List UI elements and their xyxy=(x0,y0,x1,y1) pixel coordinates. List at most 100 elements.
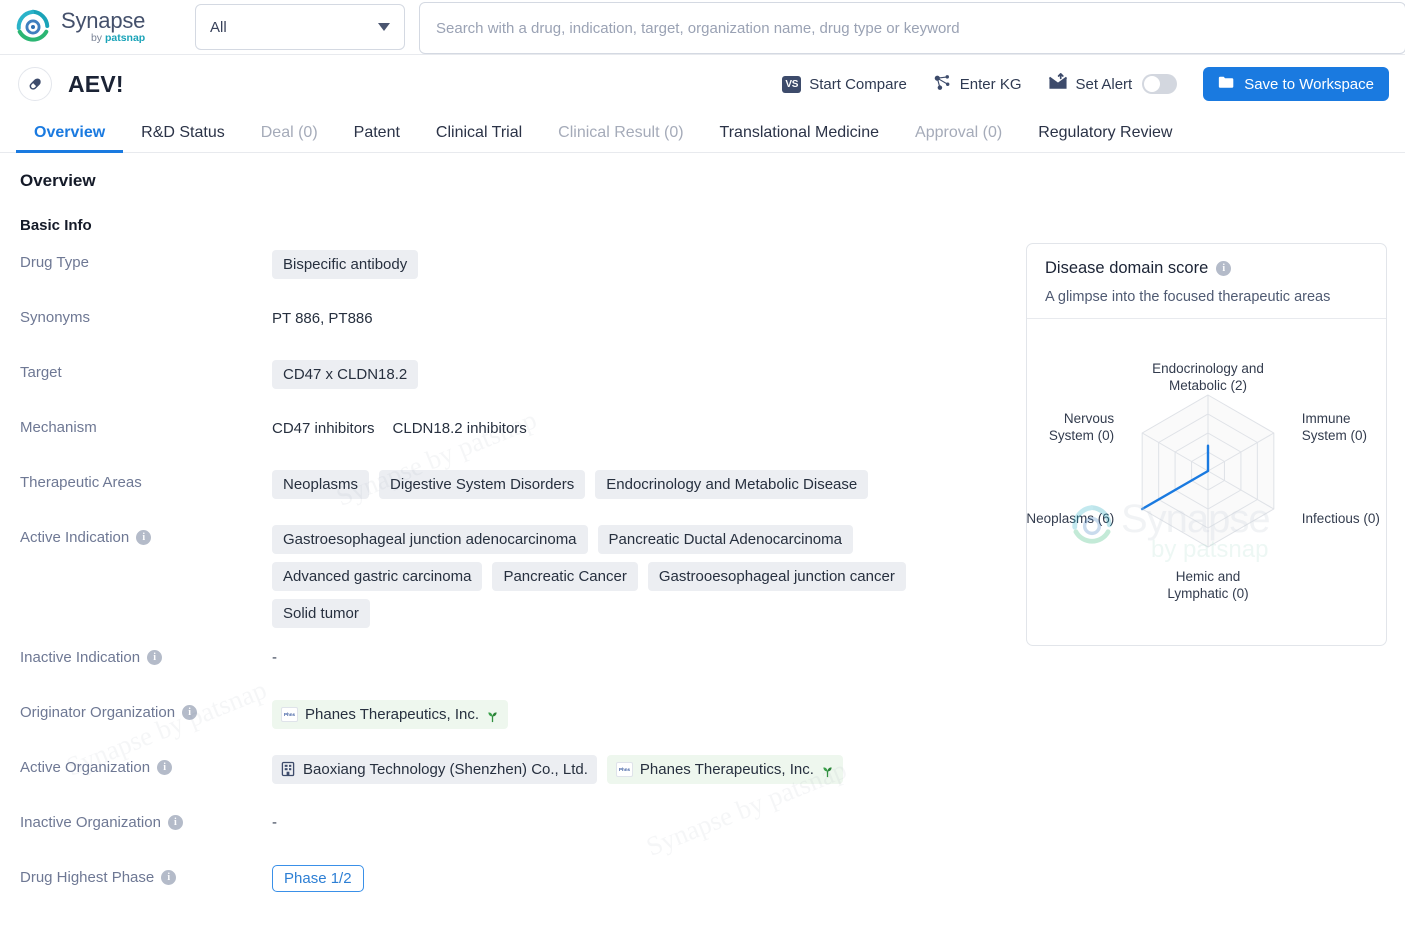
overview-panel: Synapse by patsnap Synapse by patsnap Sy… xyxy=(0,153,1405,920)
score-card-title: Disease domain score i xyxy=(1045,259,1368,278)
versus-icon: VS xyxy=(782,75,802,93)
therapeutic-area-chip[interactable]: Endocrinology and Metabolic Disease xyxy=(595,470,869,499)
brand-tagline: by patsnap xyxy=(90,32,146,45)
search-scope-select[interactable]: All xyxy=(195,4,405,50)
svg-text:Hemic andLymphatic (0): Hemic and Lymphatic (0) xyxy=(1167,569,1248,601)
radar-chart: Synapse by patsnap Endocrinology and Meta… xyxy=(1027,319,1386,629)
info-icon[interactable]: i xyxy=(157,760,173,775)
page-section-title: Overview xyxy=(20,171,96,190)
label-active-indication: Active Indication i xyxy=(20,525,272,546)
indication-chip[interactable]: Solid tumor xyxy=(272,599,370,628)
radar-svg: Endocrinology and Metabolic (2) Immune Syst… xyxy=(1027,361,1380,601)
enter-kg-button[interactable]: Enter KG xyxy=(933,73,1022,96)
building-icon xyxy=(281,761,296,778)
tab-deal[interactable]: Deal (0) xyxy=(243,124,336,152)
info-icon[interactable]: i xyxy=(136,530,152,545)
value-drug-highest-phase: Phase 1/2 xyxy=(272,865,1405,892)
organization-chip[interactable]: Baoxiang Technology (Shenzhen) Co., Ltd. xyxy=(272,755,597,784)
label-originator-organization: Originator Organization i xyxy=(20,700,272,721)
label-mechanism: Mechanism xyxy=(20,419,97,436)
svg-text:Endocrinology andMetabolic (2): Endocrinology and Metabolic (2) xyxy=(1152,361,1264,393)
tab-clinical-trial[interactable]: Clinical Trial xyxy=(418,124,540,152)
target-chip[interactable]: CD47 x CLDN18.2 xyxy=(272,360,419,389)
svg-text:ImmuneSystem (0): Immune System (0) xyxy=(1302,411,1367,443)
set-alert-toggle[interactable] xyxy=(1142,74,1178,94)
value-active-organization: Baoxiang Technology (Shenzhen) Co., Ltd.… xyxy=(272,755,1405,784)
set-alert-control[interactable]: Set Alert xyxy=(1048,73,1178,95)
drug-header: AEV! VS Start Compare Enter KG Set Alert… xyxy=(0,55,1405,113)
info-icon[interactable]: i xyxy=(147,650,163,665)
row-inactive-organization: Inactive Organization i - xyxy=(0,810,1405,865)
brand-name: Synapse xyxy=(61,8,146,34)
search-scope-value: All xyxy=(210,18,227,36)
value-active-indication: Gastroesophageal junction adenocarcinoma… xyxy=(272,525,972,628)
label-drug-highest-phase: Drug Highest Phase i xyxy=(20,865,272,886)
organization-name: Phanes Therapeutics, Inc. xyxy=(305,706,479,723)
page-title: AEV! xyxy=(68,70,124,97)
organization-chip[interactable]: Phns Phanes Therapeutics, Inc. xyxy=(606,755,843,784)
save-to-workspace-label: Save to Workspace xyxy=(1244,75,1374,93)
disease-domain-score-card: Disease domain score i A glimpse into th… xyxy=(1026,243,1387,646)
svg-text:Phns: Phns xyxy=(619,767,630,772)
label-inactive-organization: Inactive Organization i xyxy=(20,810,272,831)
search-placeholder: Search with a drug, indication, target, … xyxy=(436,19,960,37)
tab-translational-medicine[interactable]: Translational Medicine xyxy=(702,124,897,152)
drug-phase-badge[interactable]: Phase 1/2 xyxy=(272,865,364,892)
info-icon[interactable]: i xyxy=(182,705,198,720)
label-therapeutic-areas: Therapeutic Areas xyxy=(20,474,142,491)
tab-clinical-result[interactable]: Clinical Result (0) xyxy=(540,124,701,152)
organization-name: Baoxiang Technology (Shenzhen) Co., Ltd. xyxy=(303,761,588,778)
phanes-logo-icon: Phns xyxy=(281,707,298,722)
drug-type-chip[interactable]: Bispecific antibody xyxy=(272,250,419,279)
start-compare-label: Start Compare xyxy=(809,75,907,93)
indication-chip[interactable]: Advanced gastric carcinoma xyxy=(272,562,483,591)
info-icon[interactable]: i xyxy=(167,815,183,830)
info-icon[interactable]: i xyxy=(1216,261,1232,276)
svg-text:Neoplasms (6): Neoplasms (6) xyxy=(1027,511,1114,526)
mechanism-item[interactable]: CLDN18.2 inhibitors xyxy=(393,415,527,439)
top-search-bar: Synapse by patsnap All Search with a dru… xyxy=(0,0,1405,55)
indication-chip[interactable]: Gastrooesophageal junction cancer xyxy=(647,562,906,591)
brand-suffix: patsnap xyxy=(104,32,146,45)
tab-patent[interactable]: Patent xyxy=(336,124,418,152)
label-inactive-indication: Inactive Indication i xyxy=(20,645,272,666)
svg-text:NervousSystem (0): Nervous System (0) xyxy=(1049,411,1115,443)
inactive-organization-text: - xyxy=(272,814,277,831)
row-inactive-indication: Inactive Indication i - xyxy=(0,645,1405,700)
search-input[interactable]: Search with a drug, indication, target, … xyxy=(419,2,1405,54)
svg-text:Phns: Phns xyxy=(284,712,295,717)
tab-bar: Overview R&D Status Deal (0) Patent Clin… xyxy=(0,113,1405,153)
label-drug-type: Drug Type xyxy=(20,254,89,271)
brand-logo[interactable]: Synapse by patsnap xyxy=(0,8,195,46)
row-active-organization: Active Organization i Baoxiang Technolog… xyxy=(0,755,1405,810)
alert-mail-icon xyxy=(1048,73,1068,95)
organization-chip[interactable]: Phns Phanes Therapeutics, Inc. xyxy=(272,700,508,729)
info-icon[interactable]: i xyxy=(161,870,177,885)
indication-chip[interactable]: Pancreatic Ductal Adenocarcinoma xyxy=(597,525,853,554)
pill-icon xyxy=(18,67,52,101)
header-actions: VS Start Compare Enter KG Set Alert Save… xyxy=(782,67,1389,101)
row-originator-organization: Originator Organization i Phns Phanes Th… xyxy=(0,700,1405,755)
indication-chip[interactable]: Pancreatic Cancer xyxy=(492,562,638,591)
start-compare-button[interactable]: VS Start Compare xyxy=(782,75,907,93)
therapeutic-area-chip[interactable]: Digestive System Disorders xyxy=(379,470,586,499)
tab-regulatory-review[interactable]: Regulatory Review xyxy=(1020,124,1190,152)
tab-rd-status[interactable]: R&D Status xyxy=(123,124,243,152)
label-active-organization: Active Organization i xyxy=(20,755,272,776)
svg-text:Infectious (0): Infectious (0) xyxy=(1302,511,1380,526)
enter-kg-label: Enter KG xyxy=(959,75,1022,93)
tab-approval[interactable]: Approval (0) xyxy=(897,124,1020,152)
row-drug-highest-phase: Drug Highest Phase i Phase 1/2 xyxy=(0,865,1405,920)
save-to-workspace-button[interactable]: Save to Workspace xyxy=(1203,67,1389,101)
mechanism-item[interactable]: CD47 inhibitors xyxy=(272,415,375,439)
indication-chip[interactable]: Gastroesophageal junction adenocarcinoma xyxy=(272,525,588,554)
score-card-header: Disease domain score i A glimpse into th… xyxy=(1027,244,1386,319)
phanes-logo-icon: Phns xyxy=(615,762,633,777)
therapeutic-area-chip[interactable]: Neoplasms xyxy=(272,470,370,499)
value-inactive-indication: - xyxy=(272,645,1405,666)
chevron-down-icon xyxy=(378,23,390,31)
tab-overview[interactable]: Overview xyxy=(16,124,124,153)
sprout-icon xyxy=(821,763,834,778)
synapse-logo-icon xyxy=(14,8,52,46)
set-alert-label: Set Alert xyxy=(1075,75,1133,93)
